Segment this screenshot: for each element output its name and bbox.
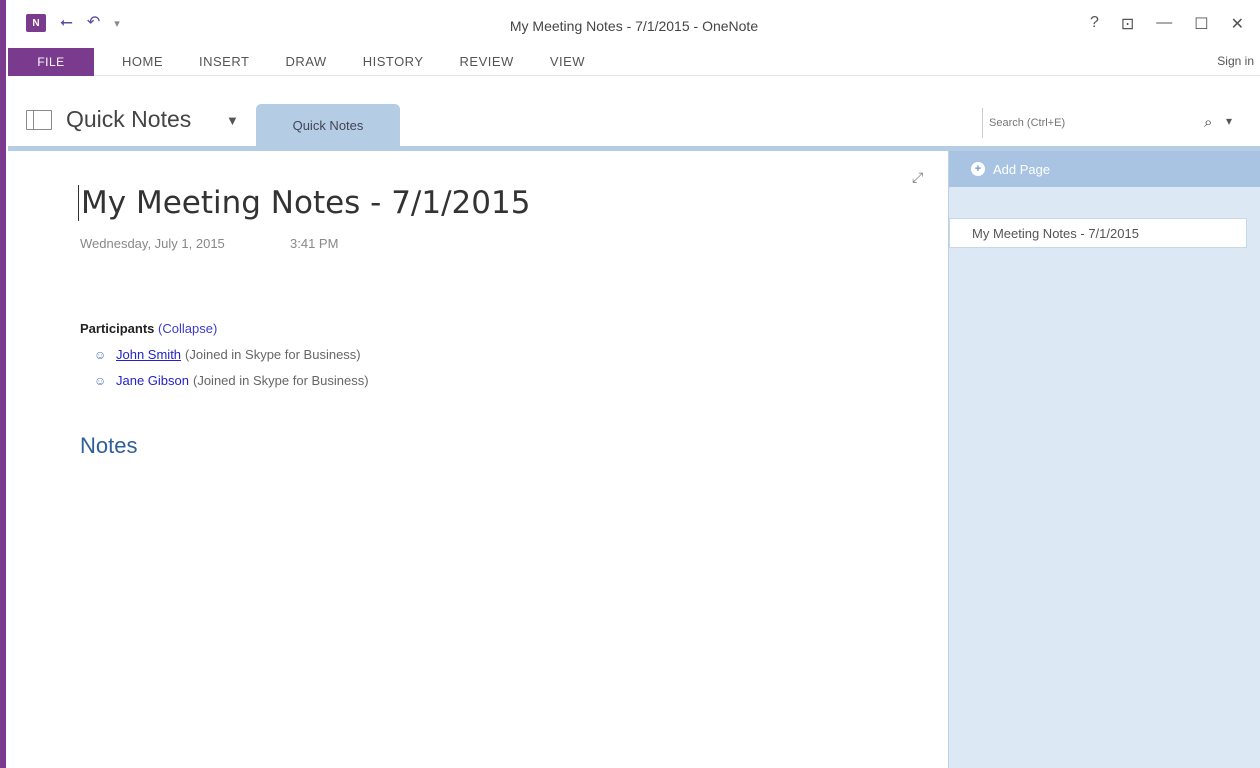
page-canvas[interactable]: ⤢ My Meeting Notes - 7/1/2015 Wednesday,…: [8, 151, 948, 768]
participant-name[interactable]: Jane Gibson: [116, 373, 189, 388]
notebook-icon[interactable]: [26, 110, 52, 130]
participant-note: (Joined in Skype for Business): [185, 347, 361, 362]
close-icon[interactable]: ✕: [1231, 14, 1244, 34]
participants-header: Participants (Collapse): [80, 321, 217, 336]
title-bar: N ⭠ ↶ ▾ My Meeting Notes - 7/1/2015 - On…: [8, 0, 1260, 48]
tab-home[interactable]: HOME: [122, 54, 163, 69]
participant-icon: ☺: [94, 373, 107, 388]
window-frame-edge: [0, 0, 8, 768]
collapse-link[interactable]: (Collapse): [158, 321, 217, 336]
tab-file[interactable]: FILE: [8, 48, 94, 76]
notebook-bar: Quick Notes ▼ Quick Notes ⌕ ▾: [8, 96, 1260, 146]
page-time: 3:41 PM: [290, 236, 339, 251]
participant-note: (Joined in Skype for Business): [193, 373, 369, 388]
add-page-button[interactable]: + Add Page: [949, 151, 1260, 187]
participant-item: ☺ John Smith (Joined in Skype for Busine…: [94, 347, 361, 362]
ribbon-display-options-icon[interactable]: ⊡: [1121, 14, 1134, 34]
search-icon[interactable]: ⌕: [1204, 114, 1212, 131]
minimize-icon[interactable]: —: [1156, 14, 1172, 34]
ribbon-tab-list: HOME INSERT DRAW HISTORY REVIEW VIEW: [122, 54, 585, 69]
tab-view[interactable]: VIEW: [550, 54, 585, 69]
page-list-pane: + Add Page My Meeting Notes - 7/1/2015: [948, 151, 1260, 768]
tab-insert[interactable]: INSERT: [199, 54, 249, 69]
search-input[interactable]: [982, 108, 1194, 138]
tab-review[interactable]: REVIEW: [460, 54, 514, 69]
ribbon-tabs: FILE HOME INSERT DRAW HISTORY REVIEW VIE…: [8, 48, 1260, 76]
expand-icon[interactable]: ⤢: [912, 169, 923, 186]
participant-icon: ☺: [94, 347, 107, 362]
search-box: ⌕ ▾: [982, 108, 1252, 138]
participant-name-link[interactable]: John Smith: [116, 347, 181, 362]
help-icon[interactable]: ?: [1090, 14, 1099, 34]
add-page-label: Add Page: [993, 161, 1051, 177]
notes-heading[interactable]: Notes: [80, 433, 137, 459]
participants-label: Participants: [80, 321, 155, 336]
maximize-icon[interactable]: ☐: [1194, 14, 1208, 34]
window-controls: ? ⊡ — ☐ ✕: [1090, 14, 1244, 34]
page-date: Wednesday, July 1, 2015: [80, 236, 225, 251]
page-title[interactable]: My Meeting Notes - 7/1/2015: [78, 185, 530, 221]
tab-section-quick-notes[interactable]: Quick Notes: [256, 104, 400, 146]
tab-draw[interactable]: DRAW: [285, 54, 326, 69]
notebook-name[interactable]: Quick Notes: [66, 106, 191, 133]
participant-item: ☺ Jane Gibson (Joined in Skype for Busin…: [94, 373, 369, 388]
page-list-item[interactable]: My Meeting Notes - 7/1/2015: [949, 218, 1247, 248]
tab-history[interactable]: HISTORY: [363, 54, 424, 69]
chevron-down-icon[interactable]: ▼: [226, 113, 239, 128]
plus-icon: +: [971, 162, 985, 176]
search-scope-dropdown-icon[interactable]: ▾: [1226, 114, 1232, 128]
window-title: My Meeting Notes - 7/1/2015 - OneNote: [509, 18, 759, 34]
sign-in-link[interactable]: Sign in: [1217, 54, 1254, 68]
